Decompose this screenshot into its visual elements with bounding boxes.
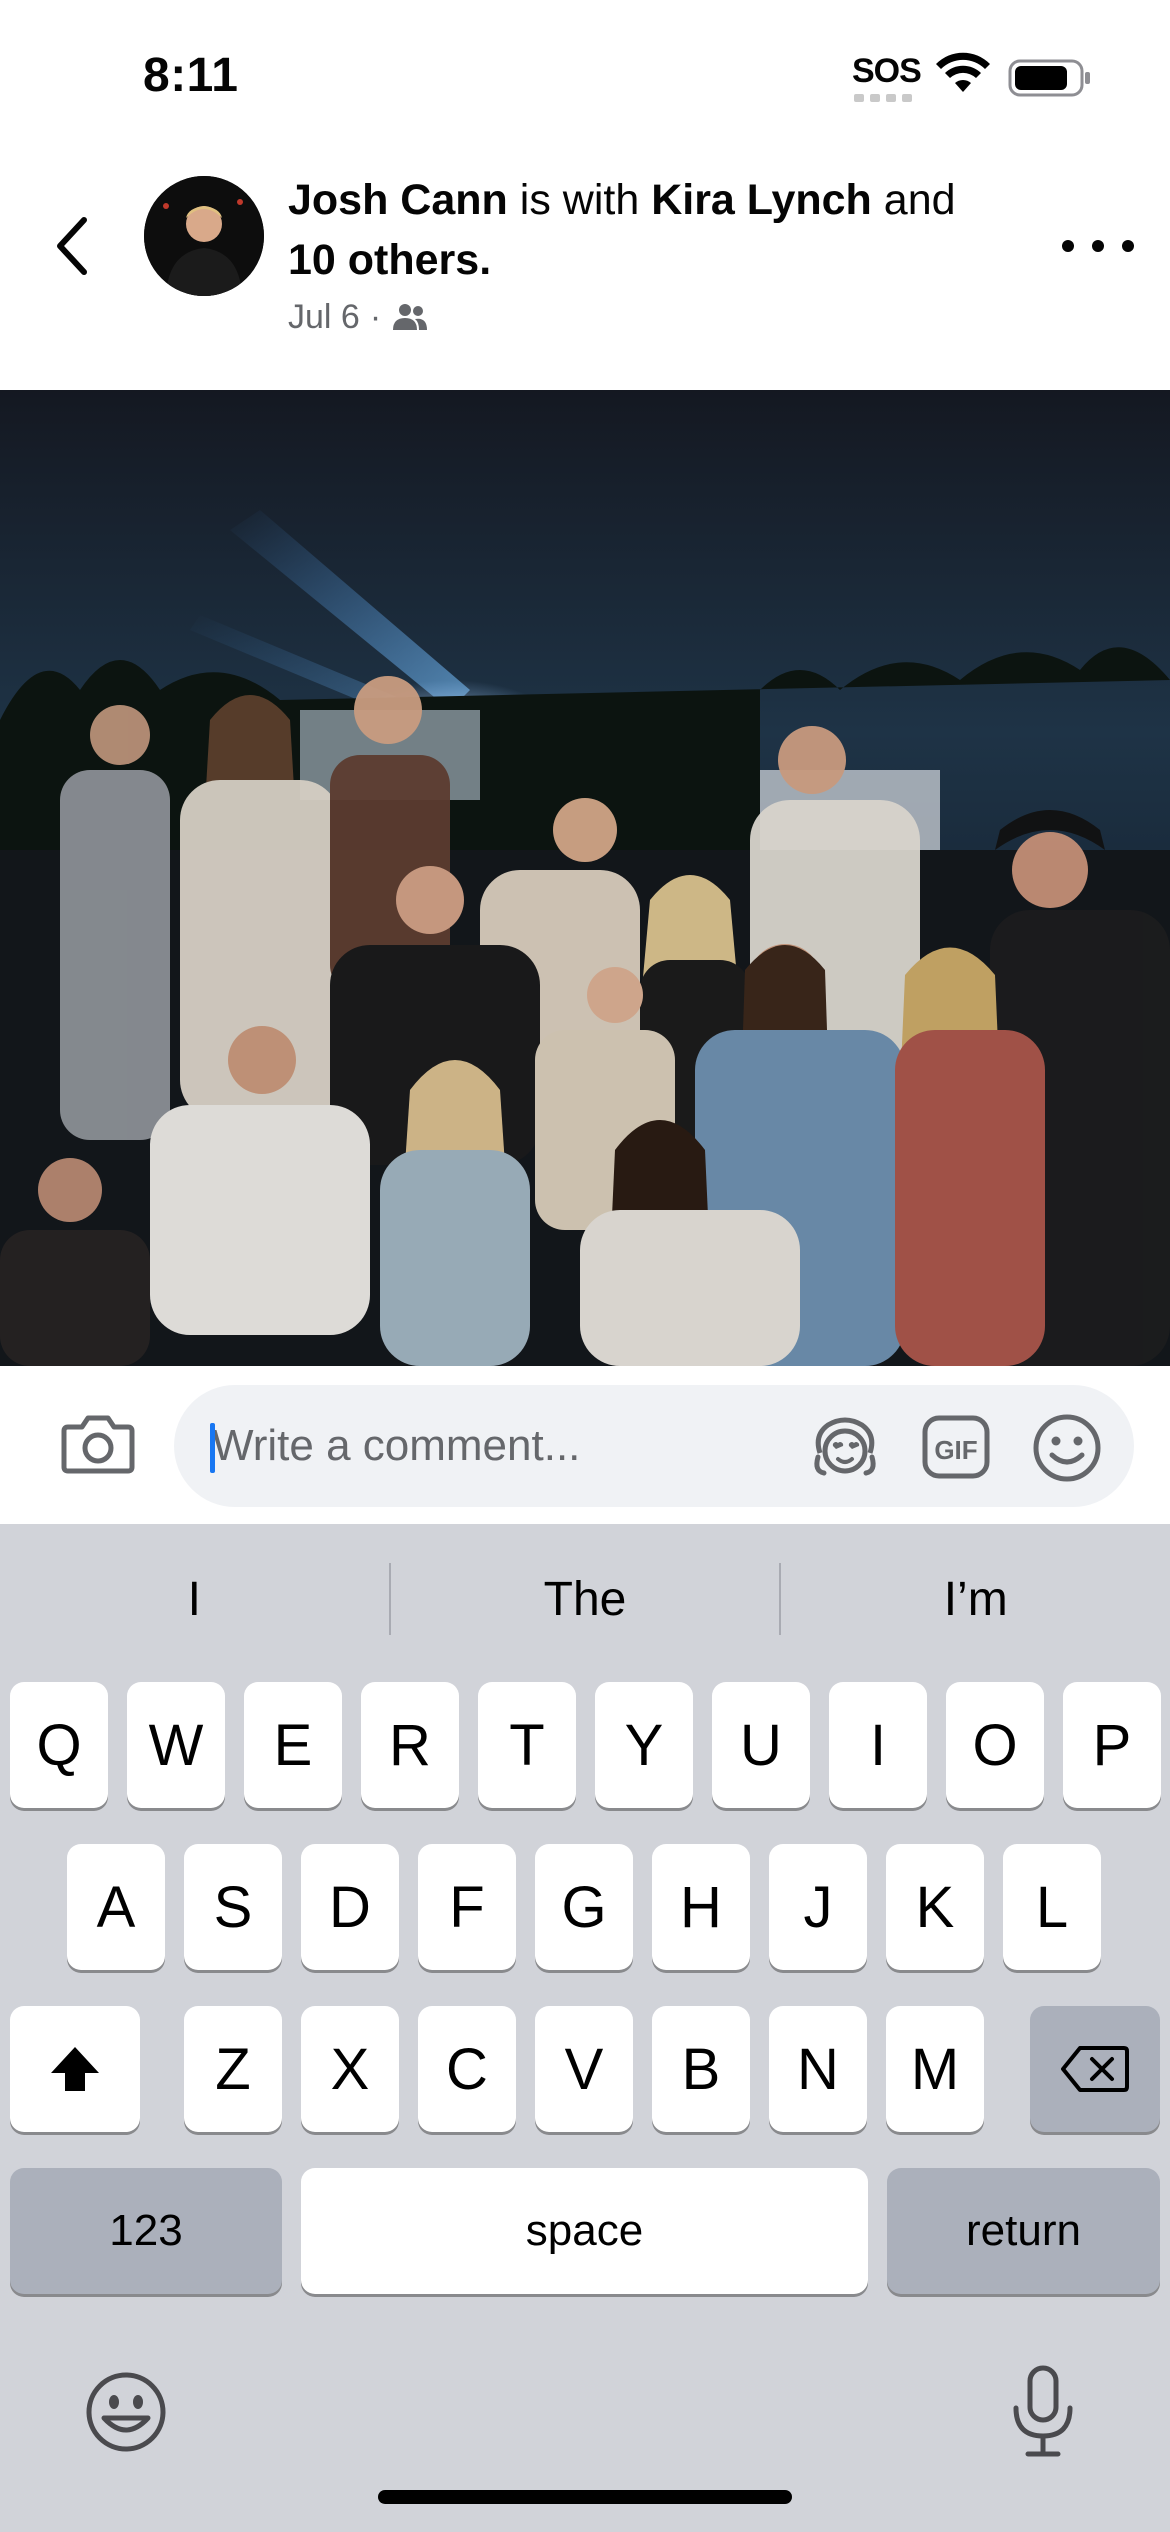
- chevron-left-icon: [57, 217, 87, 275]
- home-indicator[interactable]: [378, 2490, 792, 2504]
- key-r[interactable]: R: [361, 1682, 459, 1808]
- post-title: Josh Cann is with Kira Lynch and 10 othe…: [288, 170, 1028, 290]
- others-link[interactable]: 10 others.: [288, 236, 491, 284]
- emoji-button[interactable]: [1032, 1413, 1102, 1483]
- key-b[interactable]: B: [652, 2006, 750, 2132]
- key-s[interactable]: S: [184, 1844, 282, 1970]
- tagged-name[interactable]: Kira Lynch: [651, 176, 872, 224]
- backspace-key[interactable]: [1030, 2006, 1160, 2132]
- emoji-keyboard-button[interactable]: [84, 2370, 168, 2459]
- space-key[interactable]: space: [301, 2168, 868, 2294]
- key-u[interactable]: U: [712, 1682, 810, 1808]
- key-n[interactable]: N: [769, 2006, 867, 2132]
- emoji-keyboard-icon: [86, 2372, 166, 2452]
- predictive-bar: I The I’m: [0, 1524, 1170, 1674]
- key-d[interactable]: D: [301, 1844, 399, 1970]
- key-c[interactable]: C: [418, 2006, 516, 2132]
- and-text: and: [871, 176, 956, 224]
- sos-indicator: SOS: [852, 52, 922, 90]
- avatar-sticker-icon: [814, 1417, 876, 1476]
- smiley-icon: [1033, 1414, 1101, 1482]
- post-photo[interactable]: [0, 390, 1170, 1366]
- key-k[interactable]: K: [886, 1844, 984, 1970]
- prediction-2[interactable]: The: [391, 1524, 780, 1674]
- key-a[interactable]: A: [67, 1844, 165, 1970]
- status-bar: 8:11 SOS: [0, 0, 1170, 150]
- key-j[interactable]: J: [769, 1844, 867, 1970]
- battery-icon: [1008, 59, 1090, 97]
- dot-icon: [1062, 240, 1074, 252]
- microphone-icon: [1013, 2365, 1073, 2457]
- wifi-icon: [936, 52, 990, 92]
- gif-icon: GIF: [922, 1415, 990, 1479]
- author-name[interactable]: Josh Cann: [288, 176, 508, 224]
- key-i[interactable]: I: [829, 1682, 927, 1808]
- shift-icon: [51, 2047, 99, 2091]
- comment-input-container[interactable]: GIF: [174, 1385, 1134, 1507]
- post-date[interactable]: Jul 6: [288, 298, 360, 337]
- camera-icon: [61, 1415, 135, 1474]
- shift-key[interactable]: [10, 2006, 140, 2132]
- numbers-key[interactable]: 123: [10, 2168, 282, 2294]
- comment-bar: GIF: [0, 1366, 1170, 1524]
- key-p[interactable]: P: [1063, 1682, 1161, 1808]
- with-text: is with: [507, 176, 652, 224]
- key-o[interactable]: O: [946, 1682, 1044, 1808]
- gif-button[interactable]: GIF: [922, 1415, 990, 1479]
- key-q[interactable]: Q: [10, 1682, 108, 1808]
- key-v[interactable]: V: [535, 2006, 633, 2132]
- key-f[interactable]: F: [418, 1844, 516, 1970]
- post-meta: Jul 6 ·: [288, 294, 429, 340]
- back-button[interactable]: [42, 206, 102, 286]
- camera-button[interactable]: [60, 1411, 136, 1477]
- signal-dots-icon: [854, 94, 914, 102]
- backspace-icon: [1061, 2046, 1129, 2092]
- key-z[interactable]: Z: [184, 2006, 282, 2132]
- key-w[interactable]: W: [127, 1682, 225, 1808]
- group-photo-image: [0, 390, 1170, 1366]
- text-caret: [210, 1423, 215, 1473]
- return-key[interactable]: return: [887, 2168, 1160, 2294]
- avatar-sticker-button[interactable]: [810, 1415, 880, 1479]
- meta-separator: ·: [369, 297, 382, 336]
- dot-icon: [1092, 240, 1104, 252]
- key-h[interactable]: H: [652, 1844, 750, 1970]
- key-t[interactable]: T: [478, 1682, 576, 1808]
- status-time: 8:11: [143, 49, 239, 102]
- comment-input[interactable]: [208, 1385, 768, 1507]
- dictation-button[interactable]: [1008, 2364, 1078, 2465]
- more-options-button[interactable]: [1062, 226, 1134, 266]
- key-m[interactable]: M: [886, 2006, 984, 2132]
- key-l[interactable]: L: [1003, 1844, 1101, 1970]
- post-header: Josh Cann is with Kira Lynch and 10 othe…: [0, 150, 1170, 390]
- key-e[interactable]: E: [244, 1682, 342, 1808]
- prediction-3[interactable]: I’m: [781, 1524, 1170, 1674]
- friends-icon: [393, 304, 428, 330]
- prediction-1[interactable]: I: [0, 1524, 389, 1674]
- avatar-image: [144, 176, 264, 296]
- author-avatar[interactable]: [144, 176, 264, 296]
- dot-icon: [1122, 240, 1134, 252]
- key-x[interactable]: X: [301, 2006, 399, 2132]
- svg-text:GIF: GIF: [934, 1435, 977, 1465]
- key-y[interactable]: Y: [595, 1682, 693, 1808]
- key-g[interactable]: G: [535, 1844, 633, 1970]
